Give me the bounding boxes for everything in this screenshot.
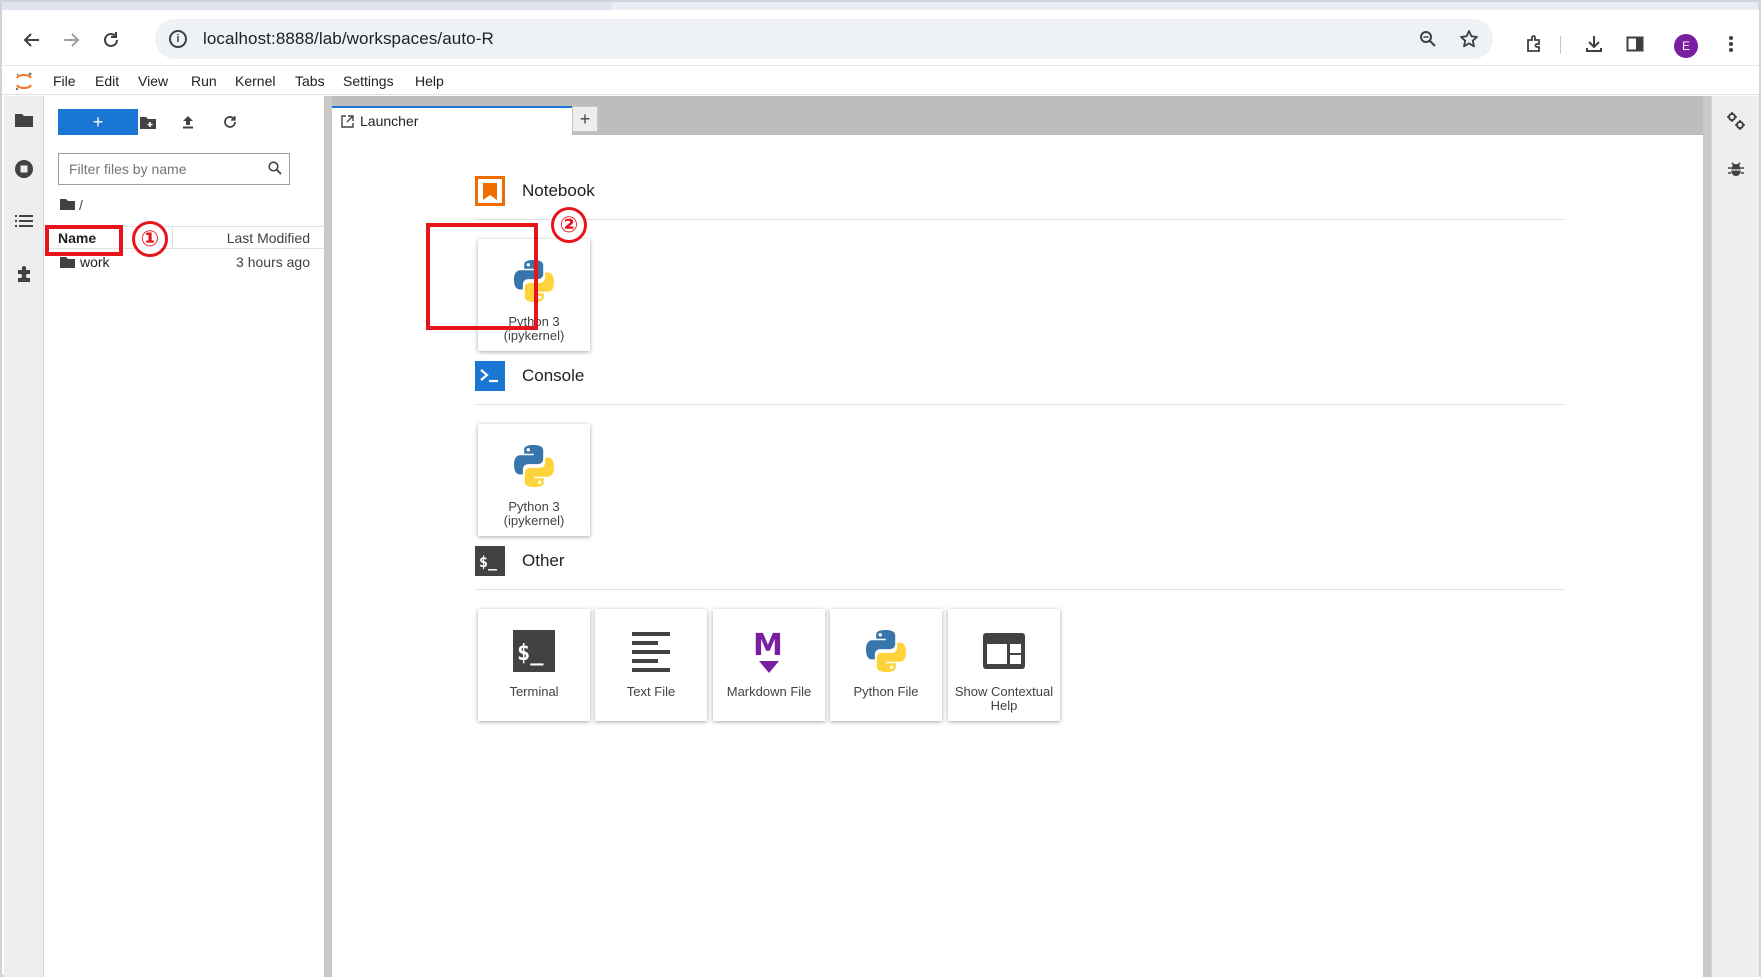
card-label: Python 3 (ipykernel) bbox=[503, 499, 565, 528]
text-file-card[interactable]: Text File bbox=[595, 609, 707, 721]
card-label: Text File bbox=[626, 684, 676, 699]
property-inspector-icon[interactable] bbox=[1725, 110, 1747, 132]
new-folder-icon[interactable] bbox=[137, 111, 159, 133]
upload-icon[interactable] bbox=[177, 111, 199, 133]
svg-text:M: M bbox=[753, 628, 783, 663]
jupyter-menu-bar: File Edit View Run Kernel Tabs Settings … bbox=[2, 67, 1759, 95]
main-dock-area: Launcher + Notebook Python 3 (ipykernel)… bbox=[332, 96, 1703, 977]
annotation-step-1: ① bbox=[132, 221, 168, 257]
column-name-header[interactable]: Name bbox=[58, 230, 96, 246]
table-of-contents-icon[interactable] bbox=[13, 210, 35, 232]
notebook-icon bbox=[475, 176, 505, 206]
menu-tabs[interactable]: Tabs bbox=[295, 73, 325, 89]
menu-file[interactable]: File bbox=[53, 73, 76, 89]
site-info-icon[interactable]: i bbox=[169, 30, 187, 48]
markdown-icon: M bbox=[741, 623, 797, 679]
python-icon bbox=[506, 438, 562, 494]
forward-icon[interactable] bbox=[57, 26, 85, 54]
debugger-bug-icon[interactable] bbox=[1725, 158, 1747, 180]
launcher-tab-icon bbox=[341, 115, 354, 133]
screen: i localhost:8888/lab/workspaces/auto-R E bbox=[0, 0, 1761, 977]
breadcrumb[interactable]: / bbox=[60, 196, 83, 214]
file-name[interactable]: work bbox=[80, 254, 110, 270]
folder-icon bbox=[60, 255, 75, 273]
extensions-puzzle-icon[interactable] bbox=[13, 263, 35, 285]
menu-run[interactable]: Run bbox=[191, 73, 217, 89]
section-title: Console bbox=[522, 366, 585, 385]
refresh-icon[interactable] bbox=[219, 111, 241, 133]
back-icon[interactable] bbox=[18, 26, 46, 54]
section-title: Other bbox=[522, 551, 565, 570]
console-python3-card[interactable]: Python 3 (ipykernel) bbox=[478, 424, 590, 536]
extensions-icon[interactable] bbox=[1522, 32, 1546, 56]
menu-help[interactable]: Help bbox=[415, 73, 444, 89]
side-panel-icon[interactable] bbox=[1623, 32, 1647, 56]
column-modified-header[interactable]: Last Modified bbox=[227, 230, 310, 246]
python-icon bbox=[506, 253, 562, 309]
python-file-card[interactable]: Python File bbox=[830, 609, 942, 721]
terminal-section-icon: $_ bbox=[475, 546, 505, 576]
section-divider bbox=[475, 589, 1565, 590]
annotation-step-2: ② bbox=[551, 207, 587, 243]
terminal-icon: $_ bbox=[506, 623, 562, 679]
left-activity-bar bbox=[4, 96, 44, 977]
reload-icon[interactable] bbox=[97, 26, 125, 54]
toolbar-separator bbox=[1560, 36, 1561, 54]
card-label: Terminal bbox=[509, 684, 559, 699]
folder-icon[interactable] bbox=[13, 108, 35, 130]
tab-label[interactable]: Launcher bbox=[360, 113, 418, 129]
card-label: Python File bbox=[853, 684, 919, 699]
add-tab-button[interactable]: + bbox=[572, 106, 598, 132]
filter-files-field[interactable] bbox=[58, 153, 290, 185]
menu-settings[interactable]: Settings bbox=[343, 73, 394, 89]
search-icon bbox=[268, 161, 282, 180]
breadcrumb-root[interactable]: / bbox=[79, 197, 83, 213]
terminal-card[interactable]: $_ Terminal bbox=[478, 609, 590, 721]
filter-files-input[interactable] bbox=[59, 154, 259, 184]
new-launcher-button[interactable]: + bbox=[58, 109, 138, 135]
jupyter-logo-icon bbox=[14, 71, 34, 91]
profile-avatar[interactable]: E bbox=[1674, 34, 1698, 58]
svg-text:$_: $_ bbox=[517, 641, 544, 666]
card-label: Markdown File bbox=[726, 684, 812, 699]
download-icon[interactable] bbox=[1582, 32, 1606, 56]
launcher-panel: Notebook Python 3 (ipykernel) Console Py… bbox=[332, 135, 1703, 977]
section-divider bbox=[475, 404, 1565, 405]
panel-splitter[interactable] bbox=[324, 96, 332, 977]
browser-tab-strip bbox=[2, 2, 1759, 10]
tab-bar: Launcher + bbox=[332, 96, 1703, 135]
contextual-help-icon bbox=[976, 623, 1032, 679]
svg-text:$_: $_ bbox=[479, 553, 498, 571]
card-label: Python 3 (ipykernel) bbox=[503, 314, 565, 343]
zoom-icon[interactable] bbox=[1417, 28, 1439, 50]
home-folder-icon[interactable] bbox=[60, 197, 75, 213]
running-kernels-icon[interactable] bbox=[13, 158, 35, 180]
card-label: Show Contextual Help bbox=[954, 684, 1054, 713]
right-activity-bar bbox=[1711, 96, 1759, 977]
browser-toolbar: i localhost:8888/lab/workspaces/auto-R E bbox=[2, 10, 1759, 66]
right-splitter[interactable] bbox=[1703, 96, 1711, 977]
menu-kernel[interactable]: Kernel bbox=[235, 73, 275, 89]
file-list-item[interactable]: work 3 hours ago bbox=[44, 250, 324, 275]
tab-launcher[interactable]: Launcher bbox=[332, 106, 572, 135]
console-icon bbox=[475, 361, 505, 391]
markdown-file-card[interactable]: M Markdown File bbox=[713, 609, 825, 721]
bookmark-star-icon[interactable] bbox=[1458, 28, 1480, 50]
python-icon bbox=[858, 623, 914, 679]
section-divider bbox=[475, 219, 1565, 220]
address-bar[interactable]: i localhost:8888/lab/workspaces/auto-R bbox=[155, 19, 1493, 59]
column-divider[interactable] bbox=[172, 227, 173, 249]
file-browser-panel: + / Name ▲ Last Modified bbox=[44, 96, 324, 977]
file-modified: 3 hours ago bbox=[236, 254, 310, 270]
menu-edit[interactable]: Edit bbox=[95, 73, 119, 89]
notebook-python3-card[interactable]: Python 3 (ipykernel) bbox=[478, 239, 590, 351]
text-file-icon bbox=[623, 623, 679, 679]
file-list-header: Name ▲ Last Modified bbox=[44, 226, 324, 249]
contextual-help-card[interactable]: Show Contextual Help bbox=[948, 609, 1060, 721]
section-title: Notebook bbox=[522, 181, 595, 200]
menu-view[interactable]: View bbox=[138, 73, 168, 89]
browser-menu-icon[interactable] bbox=[1719, 32, 1743, 56]
url-text[interactable]: localhost:8888/lab/workspaces/auto-R bbox=[203, 29, 494, 49]
